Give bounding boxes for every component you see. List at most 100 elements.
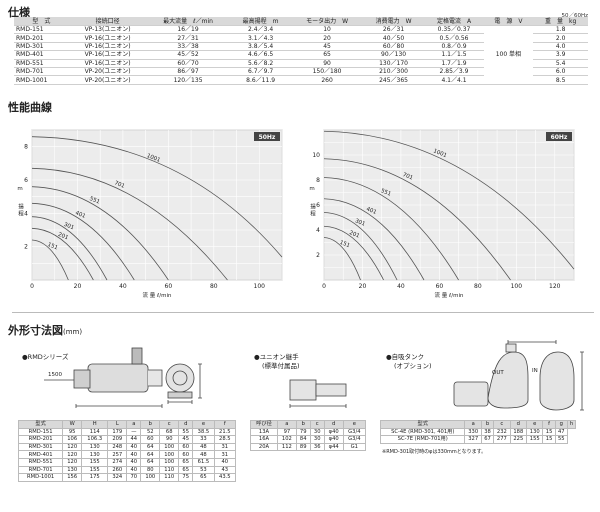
- table-cell: 102: [277, 435, 297, 444]
- plot-area: [31, 129, 283, 281]
- table-cell: 68: [159, 427, 180, 437]
- table-cell: 327: [464, 435, 482, 444]
- table-cell: 210／300: [362, 67, 425, 77]
- x-tick-label: 120: [549, 283, 561, 290]
- table-cell: 175: [81, 473, 109, 482]
- table-cell: RMD-151: [17, 427, 64, 437]
- table-cell: 1.7／1.9: [424, 59, 484, 68]
- table-cell: 65: [178, 457, 194, 467]
- table-cell: 65: [178, 465, 194, 475]
- table-cell: 53: [192, 465, 215, 475]
- y-tick-label: 6: [316, 202, 320, 209]
- table-cell: 155: [81, 465, 109, 475]
- table-cell: VP-16(ユニオン): [68, 42, 147, 52]
- table-cell: 60: [178, 450, 194, 459]
- table-header: f: [213, 420, 237, 429]
- table-cell: 257: [107, 450, 128, 459]
- table-header: d: [323, 420, 344, 429]
- table-cell: RMD-201: [17, 435, 64, 444]
- spec-header: 定格電流 A: [424, 17, 484, 26]
- tank-row: SC-7E (RMD-701用) 327 67 277 225 155 15 55: [379, 435, 576, 444]
- table-cell: RMD-701: [14, 67, 69, 77]
- table-cell: 64: [140, 442, 161, 452]
- union-row: 20A 112 89 36 φ44 G1: [250, 442, 367, 452]
- union-row: 16A 102 84 30 φ40 G3/4: [250, 435, 367, 444]
- table-cell: VP-13(ユニオン): [68, 25, 147, 35]
- table-header: 呼び径: [250, 420, 278, 429]
- y-tick-label: 2: [316, 252, 320, 259]
- spec-header: 消費電力 W: [362, 17, 425, 26]
- union-row: 13A 97 79 30 φ40 G3/4: [250, 427, 367, 437]
- table-cell: VP-16(ユニオン): [68, 59, 147, 68]
- table-cell: 209: [107, 435, 128, 444]
- table-cell: 4.0: [533, 42, 588, 52]
- table-cell: 225: [509, 435, 528, 444]
- table-cell: 100: [159, 450, 180, 459]
- table-cell: 40: [126, 465, 142, 475]
- table-cell: G3/4: [342, 427, 367, 437]
- table-cell: RMD-401: [14, 50, 69, 60]
- table-cell: 100: [159, 457, 180, 467]
- table-cell: 40: [126, 450, 142, 459]
- x-tick-label: 40: [397, 283, 405, 290]
- table-cell: VP-20(ユニオン): [68, 75, 147, 85]
- table-cell: 16／19: [146, 25, 230, 35]
- table-cell: 86／97: [146, 67, 230, 77]
- power-cell: 100 単相: [483, 25, 534, 85]
- table-cell: 40: [126, 442, 142, 452]
- spec-table: 型 式 接続口径 最大流量 ℓ／min 最高揚程 m モータ出力 W 消費電力 …: [14, 17, 588, 85]
- table-cell: SC-7E (RMD-701用): [379, 435, 466, 444]
- table-cell: 80: [140, 465, 161, 475]
- table-cell: 20A: [250, 442, 278, 452]
- spec-header: 最高揚程 m: [229, 17, 292, 26]
- table-cell: 33／38: [146, 42, 230, 52]
- rmd-dim-table: 型式 W H La b c d e f RMD-151 95 114 179—52 68 55 38.5 21…: [17, 420, 237, 482]
- table-cell: 5.4: [533, 59, 588, 68]
- x-tick-label: 60: [436, 283, 444, 290]
- table-cell: RMD-201: [14, 33, 69, 43]
- table-header: d: [178, 420, 194, 429]
- table-cell: 330: [464, 427, 482, 437]
- table-cell: 120／135: [146, 75, 230, 85]
- table-cell: 52: [140, 427, 161, 437]
- table-cell: 130: [62, 465, 83, 475]
- table-cell: 120: [62, 450, 83, 459]
- table-cell: 67: [480, 435, 495, 444]
- table-header: 型式: [17, 420, 64, 429]
- table-cell: 100: [159, 442, 180, 452]
- x-tick-label: 40: [119, 283, 127, 290]
- dims-unit: (mm): [63, 328, 83, 336]
- table-cell: 97: [277, 427, 297, 437]
- spec-row: RMD-151 VP-13(ユニオン) 16／19 2.4／3.4 10 26／31 0.3…: [14, 25, 588, 85]
- table-cell: 48: [192, 450, 215, 459]
- table-cell: 155: [81, 457, 109, 467]
- table-cell: 60: [178, 442, 194, 452]
- dim-l: [75, 404, 163, 408]
- table-cell: 15: [542, 435, 556, 444]
- in-label: IN: [532, 368, 538, 374]
- union-drawing: [289, 379, 347, 408]
- table-cell: VP-20(ユニオン): [68, 67, 147, 77]
- table-cell: 130: [81, 442, 109, 452]
- table-cell: 89: [295, 442, 311, 452]
- table-cell: 30: [309, 435, 325, 444]
- table-cell: 106: [62, 435, 83, 444]
- table-header: c: [309, 420, 325, 429]
- cable-length: 1500: [48, 372, 62, 378]
- table-cell: 43.5: [213, 473, 237, 482]
- table-cell: 21.5: [213, 427, 237, 437]
- x-tick-label: 100: [254, 283, 266, 290]
- table-header: c: [493, 420, 511, 429]
- x-tick-label: 80: [474, 283, 482, 290]
- chart-title: 60Hz: [551, 134, 568, 141]
- dim-b-tank: [580, 351, 584, 411]
- table-cell: 75: [178, 473, 194, 482]
- tank-pump-motor: [453, 381, 489, 407]
- rmd-row: RMD-151 95 114 179—52 68 55 38.5 21.5: [17, 427, 237, 437]
- table-cell: 324: [107, 473, 128, 482]
- table-cell: φ40: [323, 435, 344, 444]
- table-header: a: [464, 420, 482, 429]
- union-pipe: [315, 383, 347, 397]
- dim-a-tank: [507, 340, 557, 344]
- table-cell: 40: [126, 457, 142, 467]
